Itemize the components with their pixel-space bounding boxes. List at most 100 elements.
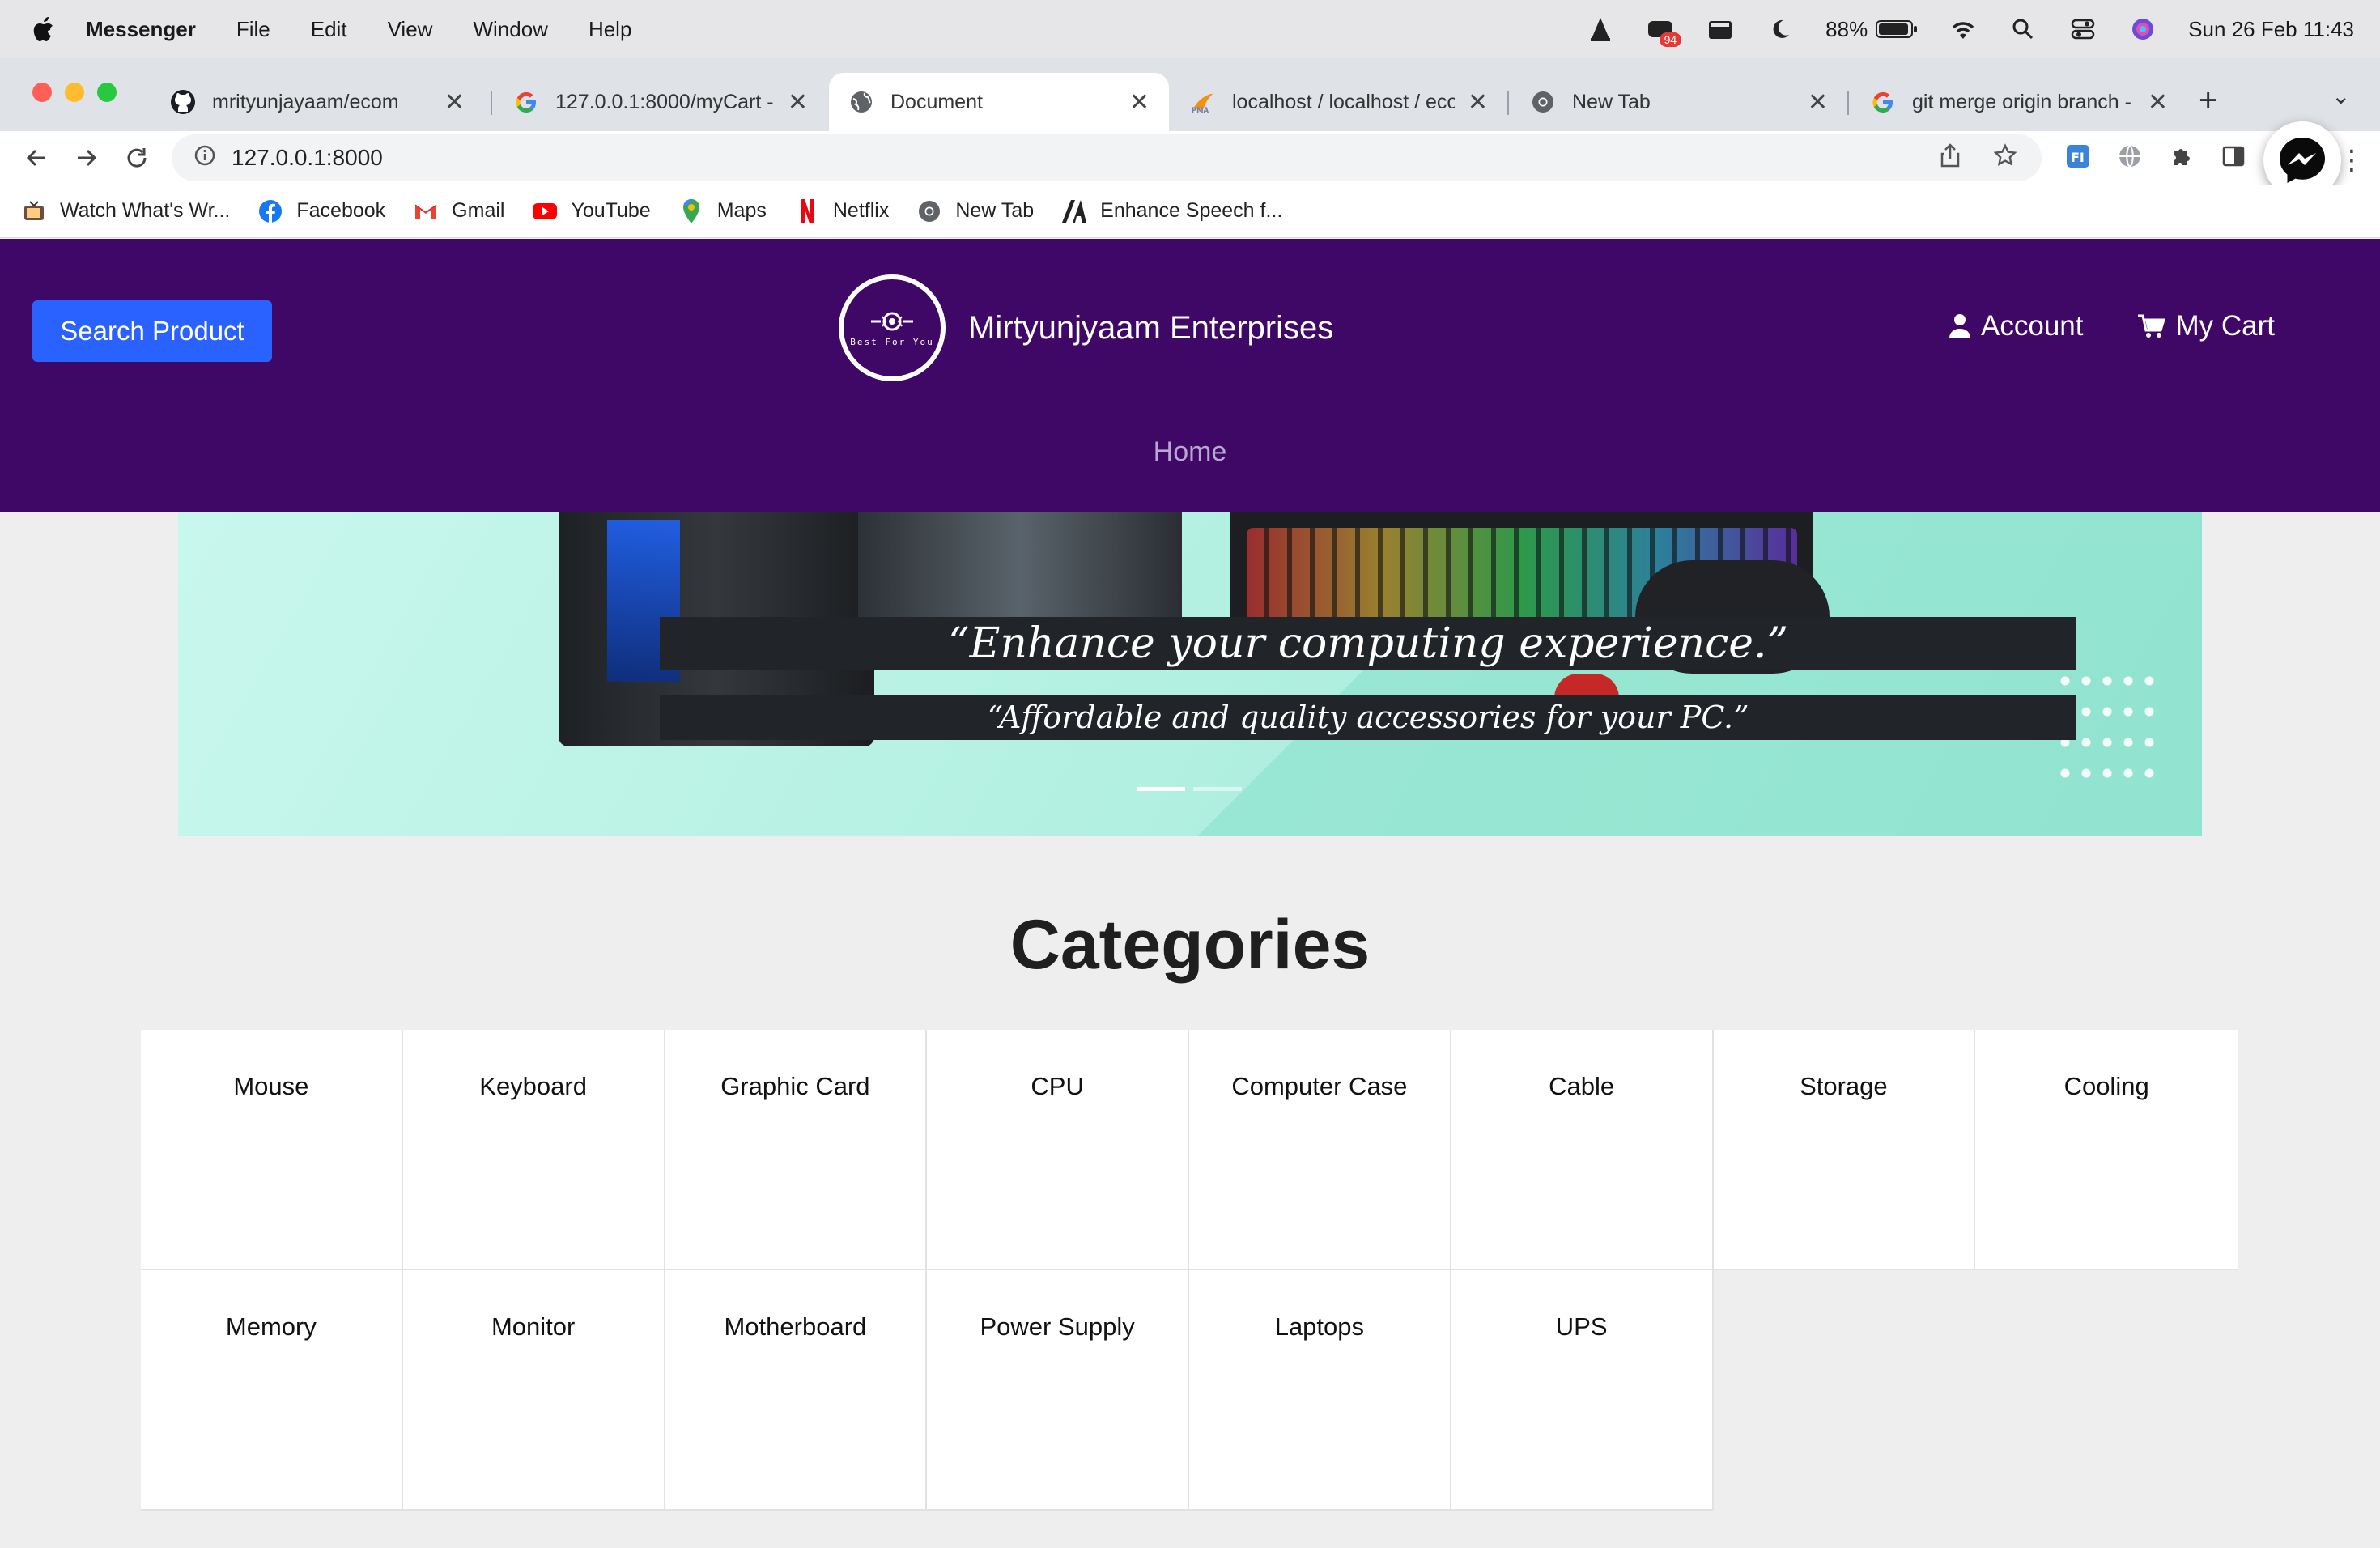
bookmark-item[interactable]: Watch What's Wr... [21, 198, 230, 224]
close-tab-icon[interactable]: ✕ [788, 88, 808, 117]
browser-tab[interactable]: PMA localhost / localhost / eco ✕ [1171, 73, 1507, 131]
category-card-ups[interactable]: UPS [1451, 1270, 1714, 1511]
netflix-icon [794, 198, 820, 224]
hero-caption-subtitle: “Affordable and quality accessories for … [660, 695, 2076, 740]
hero-monitor-image [858, 512, 1182, 617]
hero-carousel[interactable]: “Enhance your computing experience.” “Af… [178, 512, 2202, 836]
bookmark-label: Watch What's Wr... [60, 199, 231, 222]
category-card-cpu[interactable]: CPU [927, 1030, 1189, 1270]
control-center-icon[interactable] [2068, 15, 2097, 44]
user-icon [1949, 314, 1971, 338]
browser-tab[interactable]: git merge origin branch - ✕ [1851, 73, 2187, 131]
browser-menu-kebab-icon[interactable]: ⋮ [2338, 144, 2365, 176]
browser-toolbar: 127.0.0.1:8000 FI [0, 131, 2380, 185]
vlc-icon[interactable] [1586, 15, 1615, 44]
menubar-clock[interactable]: Sun 26 Feb 11:43 [2188, 17, 2354, 42]
tab-title: New Tab [1572, 90, 1651, 113]
tab-search-chevron-icon[interactable]: ⌄ [2331, 83, 2350, 109]
moon-icon[interactable] [1766, 15, 1795, 44]
facebook-icon [257, 198, 283, 224]
nav-home-link[interactable]: Home [0, 436, 2380, 468]
macos-menubar: Messenger File Edit View Window Help 94 … [0, 0, 2380, 58]
apple-icon[interactable] [0, 16, 86, 42]
browser-tab[interactable]: 127.0.0.1:8000/myCart - G ✕ [494, 73, 827, 131]
battery-status[interactable]: 88% [1825, 15, 1918, 44]
category-card-graphic-card[interactable]: Graphic Card [665, 1030, 928, 1270]
bookmark-label: YouTube [571, 199, 651, 222]
spotlight-search-icon[interactable] [2008, 15, 2038, 44]
menubar-edit[interactable]: Edit [311, 17, 347, 42]
search-product-button[interactable]: Search Product [32, 300, 272, 362]
tab-separator [491, 91, 492, 115]
logo-eye-emblem-icon [871, 312, 913, 330]
menubar-view[interactable]: View [388, 17, 433, 42]
carousel-indicator-1[interactable] [1137, 787, 1185, 791]
menubar-app-name[interactable]: Messenger [86, 17, 196, 42]
bookmark-item[interactable]: YouTube [532, 198, 651, 224]
close-tab-icon[interactable]: ✕ [1129, 88, 1150, 117]
battery-percent: 88% [1825, 16, 1868, 41]
extension-globe-icon[interactable] [2116, 142, 2144, 170]
tab-separator [1847, 91, 1849, 115]
tv-icon [21, 198, 47, 224]
google-icon [513, 89, 539, 115]
adobe-icon [1061, 198, 1087, 224]
close-tab-icon[interactable]: ✕ [1468, 88, 1488, 117]
cart-link[interactable]: My Cart [2137, 310, 2275, 342]
extensions-puzzle-icon[interactable] [2168, 142, 2195, 170]
menubar-window[interactable]: Window [473, 17, 547, 42]
browser-tab[interactable]: New Tab ✕ [1511, 73, 1847, 131]
account-link[interactable]: Account [1949, 310, 2084, 342]
bookmark-item[interactable]: Maps [678, 198, 767, 224]
category-card-power-supply[interactable]: Power Supply [927, 1270, 1189, 1511]
address-bar[interactable]: 127.0.0.1:8000 [172, 134, 2042, 181]
category-card-motherboard[interactable]: Motherboard [665, 1270, 928, 1511]
forward-arrow-icon[interactable] [73, 144, 100, 172]
category-card-mouse[interactable]: Mouse [141, 1030, 403, 1270]
google-icon [1870, 89, 1896, 115]
tab-title: 127.0.0.1:8000/myCart - G [555, 90, 775, 113]
zoom-window-button[interactable] [97, 83, 117, 102]
share-icon[interactable] [1940, 142, 1961, 173]
brand[interactable]: Best For You Mirtyunjyaam Enterprises [839, 274, 1333, 381]
close-window-button[interactable] [32, 83, 52, 102]
close-tab-icon[interactable]: ✕ [2148, 88, 2168, 117]
category-card-keyboard[interactable]: Keyboard [402, 1030, 665, 1270]
video-recorder-icon[interactable]: 94 [1646, 15, 1682, 47]
siri-icon[interactable] [2128, 15, 2157, 44]
back-arrow-icon[interactable] [23, 144, 50, 172]
tab-title: localhost / localhost / eco [1232, 90, 1455, 113]
category-card-laptops[interactable]: Laptops [1189, 1270, 1451, 1511]
category-card-storage[interactable]: Storage [1713, 1030, 1976, 1270]
category-card-computer-case[interactable]: Computer Case [1189, 1030, 1451, 1270]
browser-tab[interactable]: mrityunjayaam/ecom ✕ [151, 73, 484, 131]
wifi-icon[interactable] [1949, 15, 1978, 44]
bookmark-item[interactable]: Enhance Speech f... [1061, 198, 1282, 224]
menubar-file[interactable]: File [236, 17, 270, 42]
new-tab-plus-icon[interactable]: + [2199, 83, 2217, 119]
close-tab-icon[interactable]: ✕ [1808, 88, 1828, 117]
bookmark-label: Gmail [452, 199, 505, 222]
bookmark-item[interactable]: Netflix [794, 198, 889, 224]
bookmark-item[interactable]: Facebook [257, 198, 385, 224]
site-info-icon[interactable] [194, 145, 215, 172]
side-panel-icon[interactable] [2220, 142, 2247, 170]
browser-tab-strip: mrityunjayaam/ecom ✕ 127.0.0.1:8000/myCa… [0, 58, 2380, 131]
category-card-monitor[interactable]: Monitor [402, 1270, 665, 1511]
reload-icon[interactable] [123, 144, 151, 172]
clapper-icon[interactable] [1706, 15, 1735, 44]
carousel-indicator-2[interactable] [1193, 787, 1242, 791]
bookmarks-bar: Watch What's Wr... Facebook Gmail YouTub… [0, 185, 2380, 238]
bookmark-star-icon[interactable] [1993, 142, 2017, 173]
menubar-help[interactable]: Help [589, 17, 631, 42]
browser-tab-active[interactable]: Document ✕ [829, 73, 1169, 131]
close-tab-icon[interactable]: ✕ [444, 88, 465, 117]
category-card-cooling[interactable]: Cooling [1975, 1030, 2238, 1270]
category-card-cable[interactable]: Cable [1451, 1030, 1714, 1270]
bookmark-item[interactable]: Gmail [413, 198, 504, 224]
minimize-window-button[interactable] [65, 83, 84, 102]
category-card-memory[interactable]: Memory [141, 1270, 403, 1511]
github-icon [170, 89, 196, 115]
bookmark-item[interactable]: New Tab [916, 198, 1034, 224]
extension-fi-icon[interactable]: FI [2064, 142, 2092, 170]
